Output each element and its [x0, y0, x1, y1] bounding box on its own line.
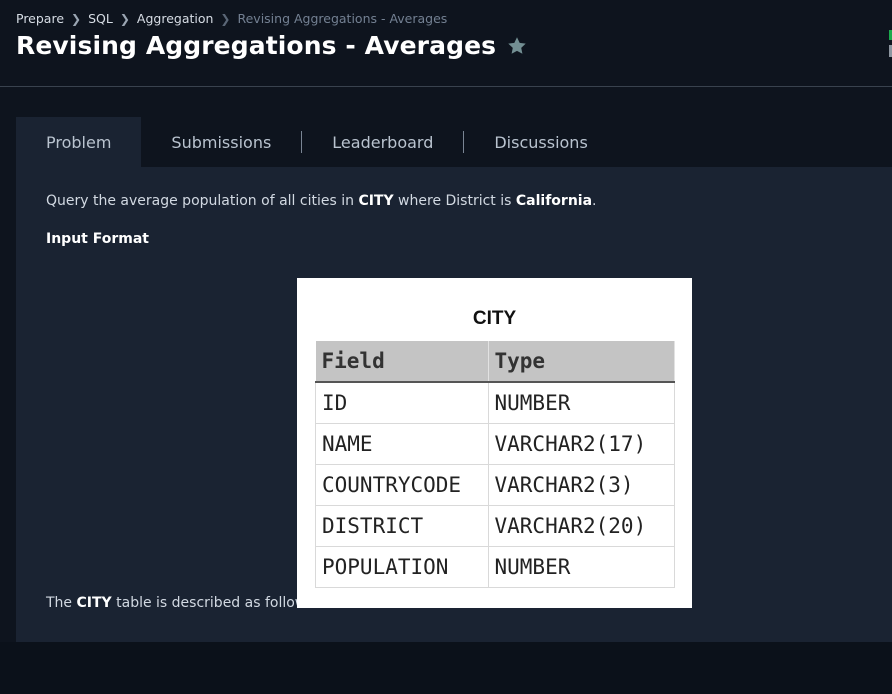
input-format-heading: Input Format	[46, 231, 149, 247]
desc-table-name: CITY	[358, 193, 394, 209]
breadcrumb-prepare[interactable]: Prepare	[16, 11, 64, 26]
field-name: COUNTRYCODE	[315, 464, 489, 506]
desc-district-value: California	[515, 193, 593, 209]
field-name: ID	[315, 381, 489, 424]
tab-discussions[interactable]: Discussions	[464, 117, 617, 167]
breadcrumb: Prepare ❯ SQL ❯ Aggregation ❯ Revising A…	[16, 11, 447, 26]
page-header: Prepare ❯ SQL ❯ Aggregation ❯ Revising A…	[0, 0, 892, 87]
breadcrumb-sql[interactable]: SQL	[88, 11, 113, 26]
schema-image: CITY Field Type ID NUMBER NAME VARCHAR2(…	[297, 278, 692, 608]
tab-submissions[interactable]: Submissions	[141, 117, 301, 167]
breadcrumb-current: Revising Aggregations - Averages	[237, 11, 448, 26]
title-row: Revising Aggregations - Averages	[16, 31, 528, 60]
desc-table-name: CITY	[76, 595, 112, 611]
tab-leaderboard[interactable]: Leaderboard	[302, 117, 463, 167]
breadcrumb-aggregation[interactable]: Aggregation	[137, 11, 214, 26]
star-icon[interactable]	[506, 35, 528, 57]
desc-text: The	[46, 595, 77, 611]
page-footer	[0, 642, 892, 694]
desc-text: Query the average population of all citi…	[46, 193, 359, 209]
field-type: VARCHAR2(20)	[487, 505, 675, 547]
table-row: NAME VARCHAR2(17)	[315, 423, 675, 465]
desc-text: where District is	[393, 193, 516, 209]
field-type: NUMBER	[487, 381, 675, 424]
field-type: NUMBER	[487, 546, 675, 588]
problem-description: Query the average population of all citi…	[46, 193, 597, 209]
schema-header-type: Type	[488, 341, 675, 383]
chevron-right-icon: ❯	[220, 11, 231, 26]
field-type: VARCHAR2(3)	[487, 464, 675, 506]
field-type: VARCHAR2(17)	[487, 423, 675, 465]
desc-text: .	[592, 193, 597, 209]
table-row: COUNTRYCODE VARCHAR2(3)	[315, 464, 675, 506]
table-description: The CITY table is described as follows:	[46, 595, 318, 611]
page-title: Revising Aggregations - Averages	[16, 31, 497, 60]
schema-header-row: Field Type	[315, 341, 675, 383]
schema-title: CITY	[472, 308, 517, 329]
tab-bar: Problem Submissions Leaderboard Discussi…	[16, 117, 892, 167]
tab-problem[interactable]: Problem	[16, 117, 142, 167]
table-row: ID NUMBER	[315, 381, 675, 424]
schema-table: Field Type ID NUMBER NAME VARCHAR2(17) C…	[315, 341, 675, 588]
table-row: POPULATION NUMBER	[315, 546, 675, 588]
field-name: DISTRICT	[315, 505, 489, 547]
table-row: DISTRICT VARCHAR2(20)	[315, 505, 675, 547]
chevron-right-icon: ❯	[119, 11, 130, 26]
chevron-right-icon: ❯	[71, 11, 82, 26]
field-name: NAME	[315, 423, 489, 465]
schema-header-field: Field	[315, 341, 489, 383]
field-name: POPULATION	[315, 546, 489, 588]
desc-text: table is described as follows:	[111, 595, 319, 611]
